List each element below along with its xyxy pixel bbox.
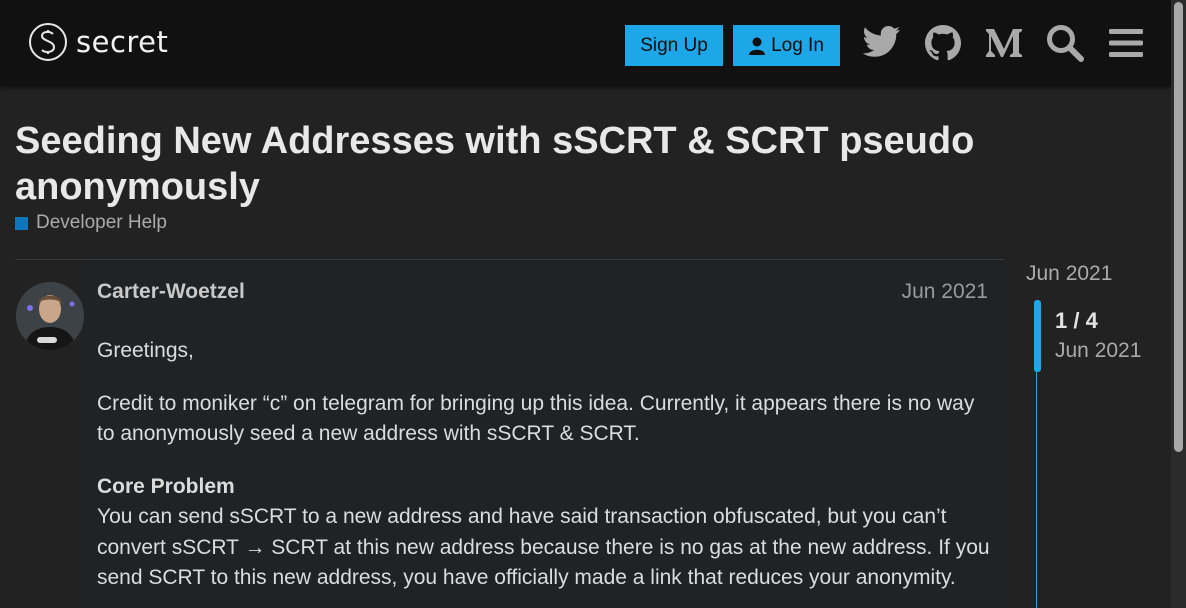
site-header: secret Sign Up Log In [0,0,1171,86]
scrollbar-thumb[interactable] [1174,2,1183,452]
post-section: Core Problem You can send sSCRT to a new… [97,472,992,594]
post-heading: Core Problem [97,474,235,498]
post-paragraph: Credit to moniker “c” on telegram for br… [97,391,975,446]
secret-logo-icon [29,23,67,61]
timeline-start-date[interactable]: Jun 2021 [1026,262,1112,286]
category-badge[interactable]: Developer Help [15,212,167,234]
log-in-label: Log In [771,34,824,56]
github-icon[interactable] [922,22,964,64]
log-in-button[interactable]: Log In [733,25,840,66]
category-color-swatch [15,216,28,230]
category-label: Developer Help [36,212,167,233]
topic-title[interactable]: Seeding New Addresses with sSCRT & SCRT … [15,118,1015,210]
post-paragraph: You can send sSCRT to a new address and … [97,505,990,589]
site-logo[interactable]: secret [29,23,168,61]
timeline-current-date: Jun 2021 [1055,339,1142,362]
search-icon[interactable] [1044,22,1086,64]
sign-up-button[interactable]: Sign Up [625,25,723,66]
timeline-handle[interactable] [1034,300,1041,372]
logo-text: secret [76,25,169,59]
post-greeting: Greetings, [97,339,194,362]
post-date[interactable]: Jun 2021 [902,280,988,304]
user-icon [749,37,766,55]
post-username[interactable]: Carter-Woetzel [97,280,245,304]
twitter-icon[interactable] [861,22,903,64]
page-scrollbar[interactable] [1171,0,1186,608]
post-content: Greetings, Credit to moniker “c” on tele… [97,336,992,594]
timeline-position: 1 / 4 [1055,308,1098,333]
menu-icon[interactable] [1105,22,1147,64]
avatar[interactable] [16,282,84,350]
medium-icon[interactable] [983,22,1025,64]
